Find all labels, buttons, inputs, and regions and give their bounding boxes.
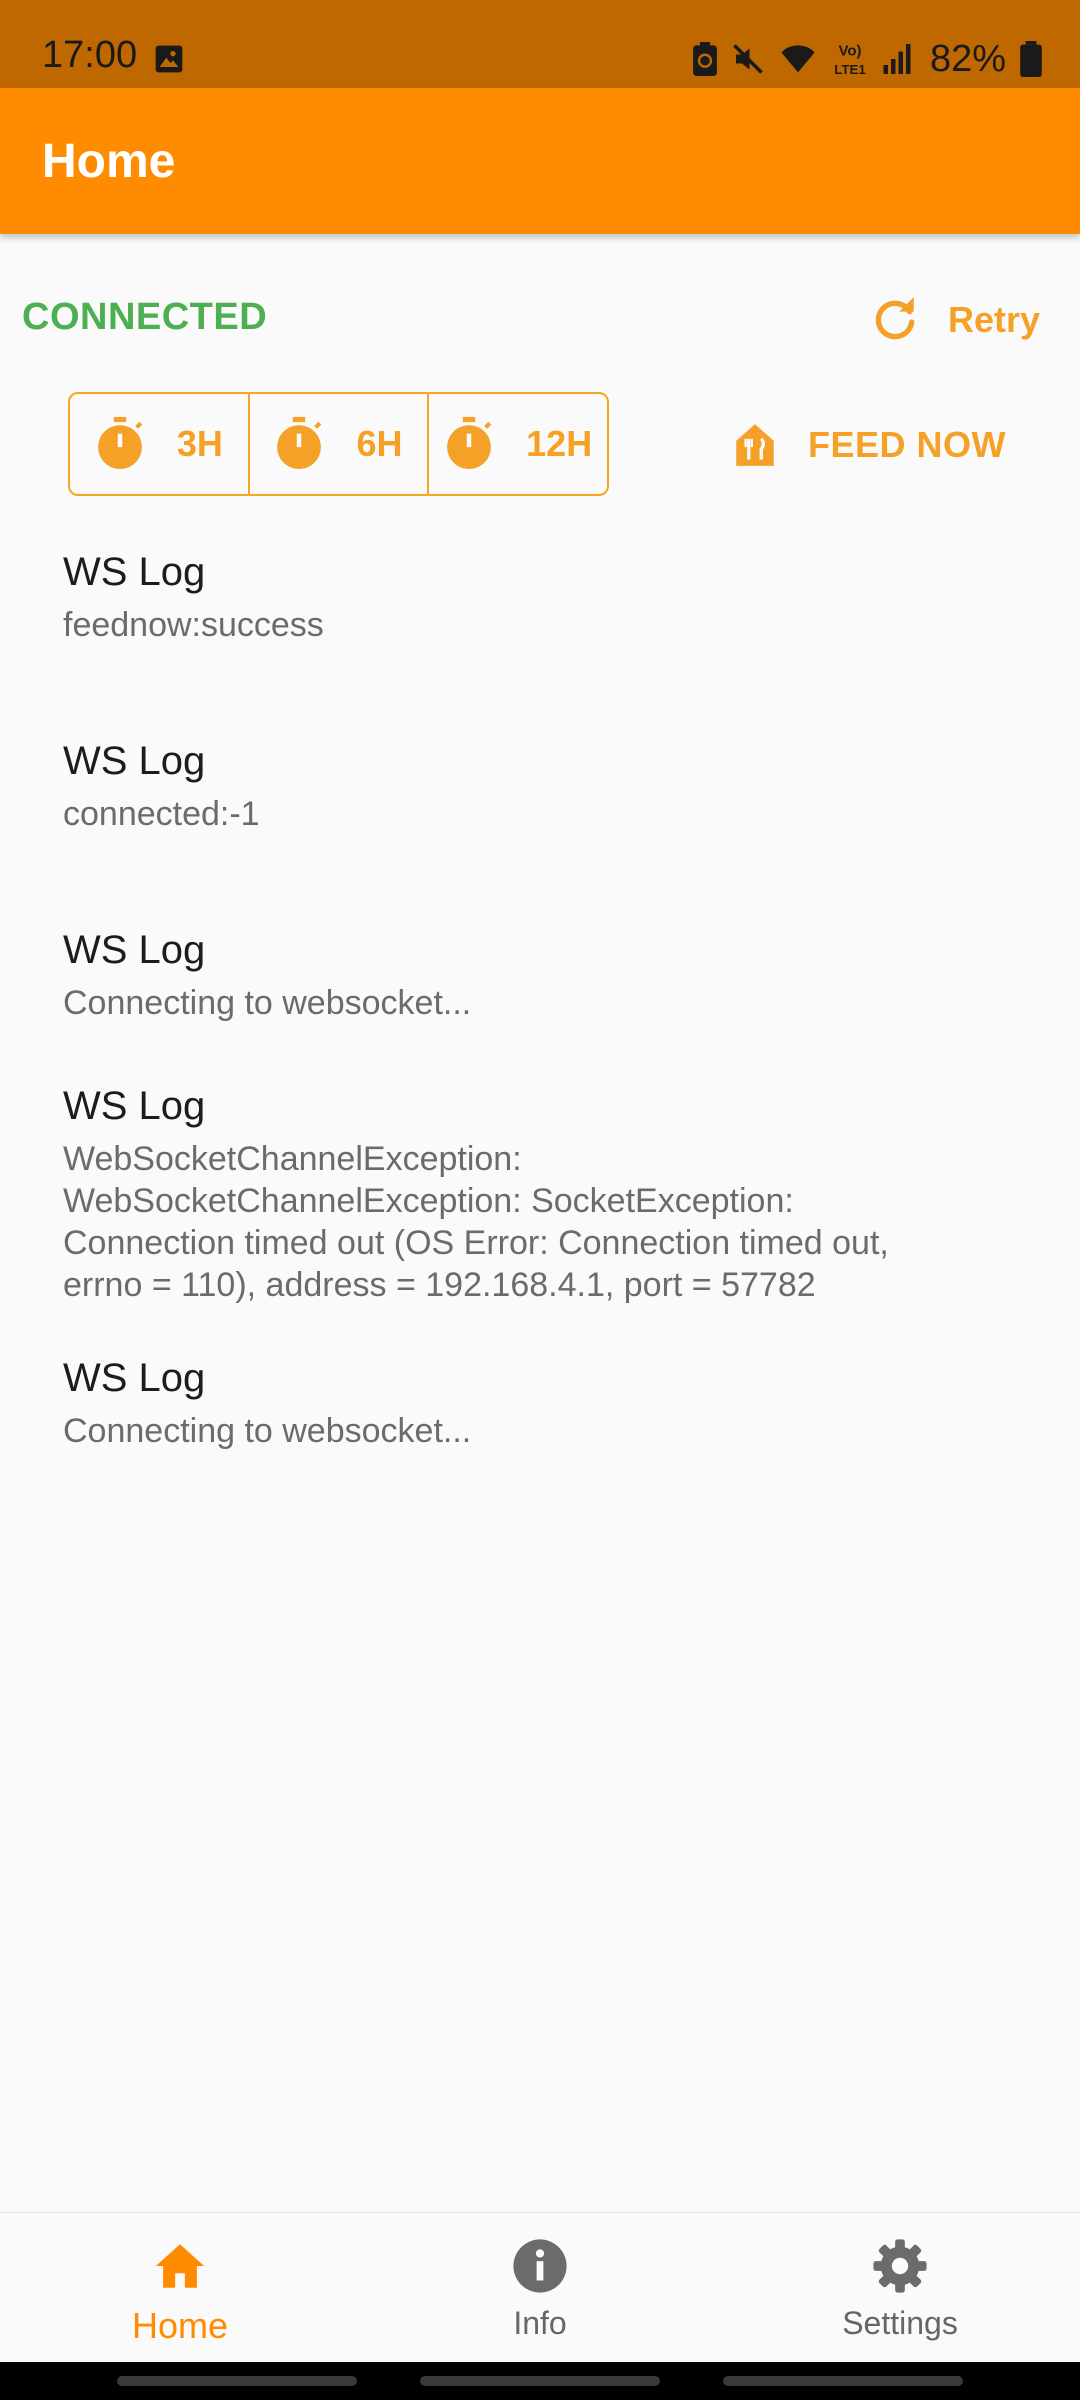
restaurant-icon (736, 424, 774, 466)
nav-item-home[interactable]: Home (0, 2213, 360, 2363)
log-text: feednow:success (63, 606, 324, 644)
home-icon (155, 2244, 205, 2288)
log-title: WS Log (63, 739, 206, 783)
connection-status: CONNECTED (22, 296, 268, 338)
mute-icon (733, 44, 763, 74)
wifi-icon (781, 45, 815, 73)
timer-12h-button[interactable]: 12H (429, 394, 607, 494)
feed-now-button[interactable]: FEED NOW (730, 410, 1006, 480)
nav-label-info: Info (513, 2305, 567, 2341)
page-title: Home (42, 135, 176, 188)
status-time: 17:00 (42, 34, 138, 76)
retry-label: Retry (948, 299, 1041, 340)
signal-icon (883, 44, 911, 74)
list-item: WS Log Connecting to websocket... (63, 1356, 1043, 1452)
gear-icon (873, 2239, 927, 2293)
status-icons: Vo) LTE1 82% (692, 34, 1042, 84)
timer-icon (447, 416, 492, 469)
timer-label: 3H (176, 423, 223, 464)
list-item: WS Log feednow:success (63, 550, 1043, 646)
bottom-navigation: Home Info Settings (0, 2212, 1080, 2362)
list-item: WS Log Connecting to websocket... (63, 928, 1043, 1024)
log-title: WS Log (63, 928, 206, 972)
svg-text:LTE1: LTE1 (834, 62, 866, 77)
timer-button-group: 3H 6H 12H (68, 392, 609, 496)
log-title: WS Log (63, 1356, 206, 1400)
info-icon (513, 2239, 567, 2293)
back-handle[interactable] (723, 2376, 963, 2386)
timer-icon (97, 416, 143, 469)
battery-saver-icon (693, 42, 717, 76)
timer-3h-button[interactable]: 3H (70, 394, 250, 494)
list-item: WS Log WebSocketChannelException: WebSoc… (63, 1084, 1043, 1306)
feed-now-label: FEED NOW (808, 424, 1006, 465)
recents-handle[interactable] (117, 2376, 357, 2386)
refresh-icon (875, 297, 915, 340)
nav-item-settings[interactable]: Settings (720, 2213, 1080, 2363)
timer-label: 12H (526, 423, 593, 464)
battery-percent: 82% (929, 37, 1006, 80)
nav-label-settings: Settings (842, 2305, 958, 2341)
home-handle[interactable] (420, 2376, 660, 2386)
nav-label-home: Home (131, 2305, 229, 2346)
nav-item-info[interactable]: Info (360, 2213, 720, 2363)
retry-button[interactable]: Retry (870, 290, 1040, 350)
log-title: WS Log (63, 550, 206, 594)
app-bar: Home (0, 88, 1080, 234)
log-title: WS Log (63, 1084, 206, 1128)
log-text: connected:-1 (63, 795, 260, 833)
battery-icon (1020, 41, 1042, 77)
log-text: Connecting to websocket... (63, 1412, 472, 1450)
log-text: WebSocketChannelException: WebSocketChan… (63, 1140, 889, 1304)
list-item: WS Log connected:-1 (63, 739, 1043, 835)
volte-icon: Vo) LTE1 (834, 43, 866, 77)
timer-6h-button[interactable]: 6H (250, 394, 430, 494)
svg-text:Vo): Vo) (838, 43, 861, 60)
gallery-icon (155, 45, 183, 73)
system-navigation-bar (0, 2362, 1080, 2400)
status-bar: 17:00 Vo) LTE1 82% (0, 0, 1080, 88)
timer-label: 6H (356, 423, 403, 464)
log-text: Connecting to websocket... (63, 984, 472, 1022)
timer-icon (277, 416, 322, 469)
